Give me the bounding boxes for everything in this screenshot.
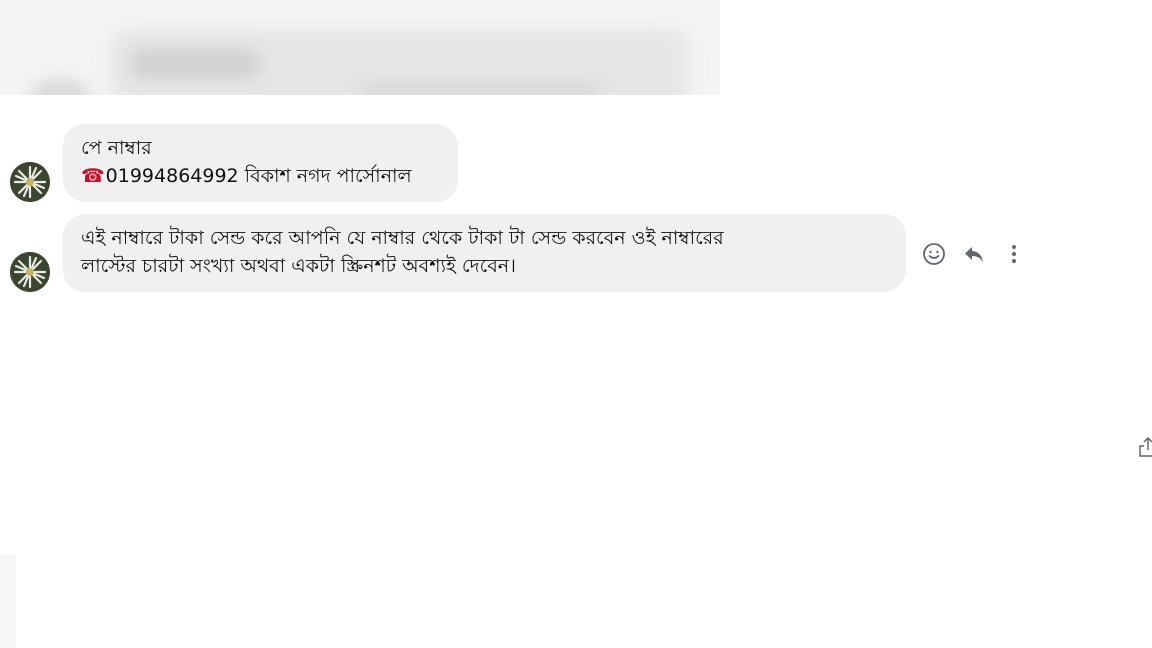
left-edge-panel <box>0 555 16 648</box>
smiley-react-icon <box>923 243 945 265</box>
more-options-button[interactable] <box>996 236 1032 272</box>
sender-avatar[interactable] <box>10 252 50 292</box>
message-bubble[interactable]: পে নাম্বার ☎01994864992 বিকাশ নগদ পার্সো… <box>63 124 458 202</box>
chat-window: পে নাম্বার ☎01994864992 বিকাশ নগদ পার্সো… <box>0 0 1152 648</box>
sender-avatar[interactable] <box>10 162 50 202</box>
message-text-line: পে নাম্বার <box>81 137 152 159</box>
reply-icon <box>965 247 983 262</box>
blurred-previous-message <box>0 0 720 95</box>
message-actions <box>916 236 1036 272</box>
flower-avatar-image <box>10 162 50 202</box>
message-text-line: এই নাম্বারে টাকা সেন্ড করে আপনি যে নাম্ব… <box>81 227 724 249</box>
react-button[interactable] <box>916 236 952 272</box>
phone-number-line: ☎01994864992 বিকাশ নগদ পার্সোনাল <box>81 162 440 190</box>
share-icon[interactable] <box>1138 436 1152 458</box>
telephone-icon: ☎ <box>81 165 105 187</box>
message-bubble[interactable]: এই নাম্বারে টাকা সেন্ড করে আপনি যে নাম্ব… <box>63 214 906 292</box>
reply-button[interactable] <box>956 236 992 272</box>
flower-avatar-image <box>10 252 50 292</box>
message-text-line: লাস্টের চারটা সংখ্যা অথবা একটা স্ক্রিনশট… <box>81 255 516 277</box>
phone-number-text: 01994864992 বিকাশ নগদ পার্সোনাল <box>105 165 412 187</box>
more-options-icon <box>1012 245 1016 263</box>
